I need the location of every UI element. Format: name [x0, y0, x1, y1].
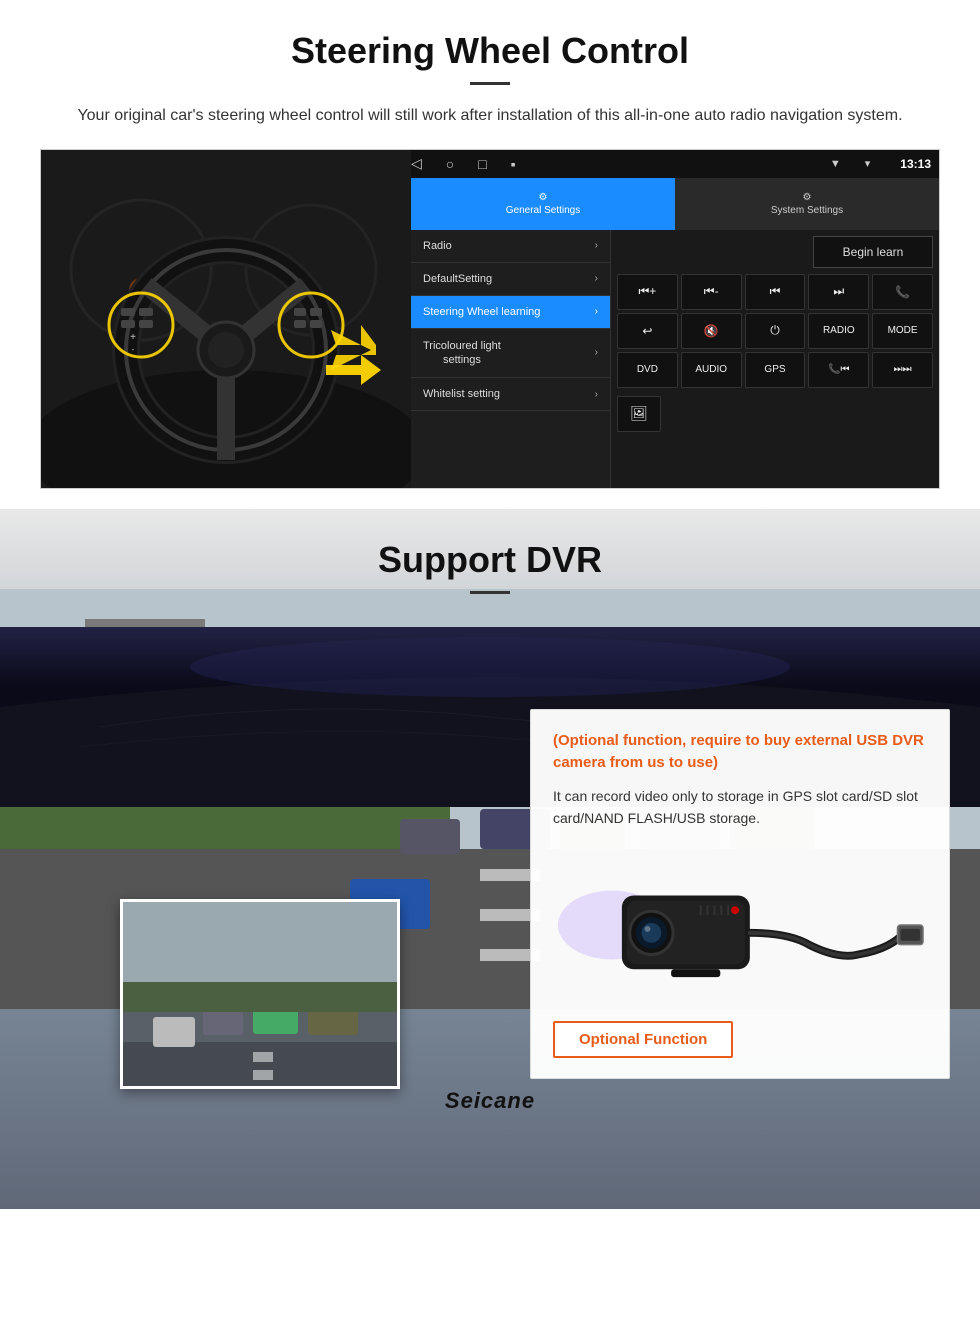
menu-item-steering-wheel-learning[interactable]: Steering Wheel learning ›	[411, 296, 610, 329]
menu-buttons-row: Radio › DefaultSetting › Steering Wheel …	[411, 230, 939, 488]
button-panel: Begin learn ⏮+ ⏮- ⏮ ⏭ 📞 ↩ 🔇 ⏻ RADIO MODE	[611, 230, 939, 488]
menu-item-tricoloured-light[interactable]: Tricoloured lightsettings ›	[411, 329, 610, 379]
ctrl-btn-mute[interactable]: 🔇	[681, 313, 742, 349]
dvr-title: Support DVR	[40, 539, 940, 581]
dvr-description: It can record video only to storage in G…	[553, 785, 927, 830]
tab-general-settings[interactable]: ⚙ General Settings	[411, 178, 675, 230]
menu-item-whitelist-setting[interactable]: Whitelist setting ›	[411, 378, 610, 411]
wifi-icon: ▾	[865, 157, 871, 170]
ctrl-btn-vol-up[interactable]: ⏮+	[617, 274, 678, 310]
status-time: 13:13	[900, 157, 931, 171]
ctrl-btn-gps[interactable]: GPS	[745, 352, 806, 388]
signal-icon: ▼	[830, 158, 841, 170]
dvr-info-box: (Optional function, require to buy exter…	[530, 709, 950, 1080]
ctrl-btn-dvd[interactable]: DVD	[617, 352, 678, 388]
ctrl-btn-prev[interactable]: ⏮	[745, 274, 806, 310]
ctrl-btn-fast-fwd[interactable]: ⏭⏭	[872, 352, 933, 388]
chevron-icon: ›	[595, 389, 598, 400]
android-ui-panel: ◁ ○ □ ▪ ▼ ▾ 13:13 ⚙ General Settings ⚙ S…	[411, 150, 939, 488]
optional-function-button-container: Optional Function	[553, 1021, 927, 1058]
ctrl-btn-mode[interactable]: MODE	[872, 313, 933, 349]
ctrl-btn-vol-down[interactable]: ⏮-	[681, 274, 742, 310]
seicane-brand: Seicane	[445, 1088, 535, 1114]
svg-text:-: -	[132, 345, 135, 354]
nav-bar: ◁ ○ □ ▪ ▼ ▾ 13:13	[411, 150, 939, 178]
menu-item-default-setting[interactable]: DefaultSetting ›	[411, 263, 610, 296]
dvr-inset-screenshot	[120, 899, 400, 1089]
system-settings-icon: ⚙	[803, 192, 812, 203]
ctrl-btn-power[interactable]: ⏻	[745, 313, 806, 349]
optional-function-button[interactable]: Optional Function	[553, 1021, 733, 1058]
begin-learn-button[interactable]: Begin learn	[813, 236, 933, 268]
dvr-camera-svg	[553, 845, 927, 1005]
recents-nav-icon[interactable]: □	[478, 156, 486, 172]
settings-tabs: ⚙ General Settings ⚙ System Settings	[411, 178, 939, 230]
steering-wheel-svg: + -	[41, 150, 411, 489]
steering-section: Steering Wheel Control Your original car…	[0, 0, 980, 509]
title-divider	[470, 82, 510, 85]
ctrl-btn-radio[interactable]: RADIO	[808, 313, 869, 349]
steering-description: Your original car's steering wheel contr…	[60, 103, 920, 129]
svg-text:+: +	[130, 332, 136, 343]
back-nav-icon[interactable]: ◁	[411, 155, 422, 172]
dvr-section: Support DVR (Optional function, require …	[0, 509, 980, 1209]
page-title: Steering Wheel Control	[40, 30, 940, 72]
steering-composite: + - ◁ ○ □ ▪ ▼	[40, 149, 940, 489]
dvr-camera-illustration	[553, 845, 927, 1005]
home-nav-icon[interactable]: ○	[446, 156, 454, 172]
menu-item-radio[interactable]: Radio ›	[411, 230, 610, 263]
ctrl-btn-call[interactable]: 📞	[872, 274, 933, 310]
steering-wheel-image: + -	[41, 150, 411, 489]
control-buttons-grid: ⏮+ ⏮- ⏮ ⏭ 📞 ↩ 🔇 ⏻ RADIO MODE DVD AUDIO G…	[617, 274, 933, 388]
dvr-optional-text: (Optional function, require to buy exter…	[553, 730, 927, 775]
chevron-icon: ›	[595, 240, 598, 251]
general-settings-label: General Settings	[506, 205, 581, 216]
system-settings-label: System Settings	[771, 205, 843, 216]
dvr-inset-svg	[123, 902, 400, 1089]
dvr-divider	[470, 591, 510, 594]
dashboard-reflection	[0, 627, 980, 687]
begin-learn-row: Begin learn	[617, 236, 933, 268]
general-settings-icon: ⚙	[539, 192, 548, 203]
ctrl-btn-next[interactable]: ⏭	[808, 274, 869, 310]
ctrl-btn-call-prev[interactable]: 📞⏮	[808, 352, 869, 388]
icon-row: 🖼	[617, 396, 933, 432]
ctrl-btn-back[interactable]: ↩	[617, 313, 678, 349]
chevron-icon: ›	[595, 347, 598, 358]
ctrl-btn-audio[interactable]: AUDIO	[681, 352, 742, 388]
dvr-title-area: Support DVR	[0, 509, 980, 627]
settings-menu-panel: Radio › DefaultSetting › Steering Wheel …	[411, 230, 611, 488]
tab-system-settings[interactable]: ⚙ System Settings	[675, 178, 939, 230]
ctrl-btn-extra[interactable]: 🖼	[617, 396, 661, 432]
chevron-icon: ›	[595, 306, 598, 317]
chevron-icon: ›	[595, 273, 598, 284]
menu-nav-icon[interactable]: ▪	[511, 156, 516, 172]
